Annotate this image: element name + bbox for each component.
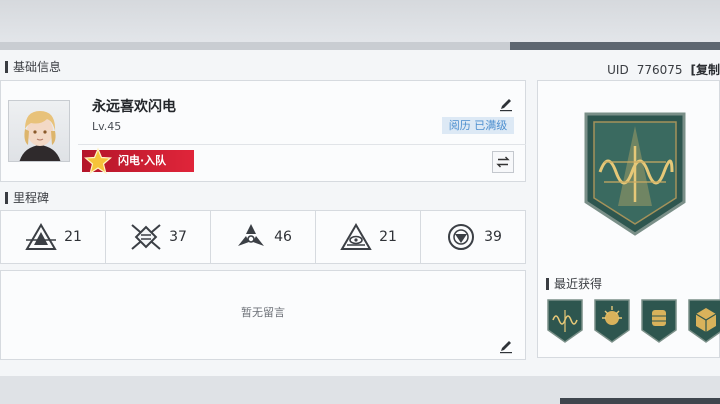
basic-info-title: 基础信息 <box>5 60 61 74</box>
recent-badge-cube-icon[interactable] <box>687 298 720 344</box>
swap-icon <box>496 156 510 168</box>
milestone-value: 21 <box>379 229 397 245</box>
milestone-item[interactable]: 46 <box>211 211 316 263</box>
recent-badge-sun-icon[interactable] <box>593 298 631 344</box>
milestones-bar: 21 37 46 21 39 <box>0 210 526 264</box>
copy-uid-button[interactable]: [复制 <box>691 61 720 78</box>
empty-message-text: 暂无留言 <box>241 306 285 319</box>
player-level: Lv.45 <box>92 120 122 133</box>
milestone-value: 37 <box>169 229 187 245</box>
milestone-value: 46 <box>274 229 292 245</box>
star-icon <box>84 147 112 175</box>
tri-blade-icon <box>238 224 265 246</box>
milestones-title: 里程碑 <box>5 191 49 205</box>
swap-tag-button[interactable] <box>492 151 514 173</box>
featured-badge-icon[interactable] <box>582 110 688 238</box>
milestone-item[interactable]: 39 <box>421 211 525 263</box>
recent-title: 最近获得 <box>546 277 602 291</box>
uid-display: UID 776075 [复制 <box>607 61 720 78</box>
recent-badge-wave-icon[interactable] <box>546 298 584 344</box>
milestone-item[interactable]: 21 <box>316 211 421 263</box>
background-bottom <box>0 376 720 404</box>
tag-label: 闪电·入队 <box>118 154 167 167</box>
edit-message-icon[interactable] <box>498 338 514 354</box>
experience-badge: 阅历 已满级 <box>442 117 514 134</box>
circle-compass-icon <box>448 224 475 250</box>
edit-name-icon[interactable] <box>498 96 514 112</box>
player-name: 永远喜欢闪电 <box>92 99 176 115</box>
player-tag[interactable]: 闪电·入队 <box>82 147 194 175</box>
pyramid-eye-icon <box>340 223 372 250</box>
milestone-value: 39 <box>484 229 502 245</box>
profile-divider <box>78 144 526 145</box>
background-top <box>0 0 720 48</box>
avatar-portrait-icon <box>19 111 61 161</box>
avatar[interactable] <box>8 100 70 162</box>
milestone-value: 21 <box>64 229 82 245</box>
milestone-item[interactable]: 37 <box>106 211 211 263</box>
crossed-shield-icon <box>131 224 161 250</box>
uid-label: UID <box>607 62 629 77</box>
milestone-item[interactable]: 21 <box>1 211 106 263</box>
uid-value: 776075 <box>636 62 683 77</box>
triangle-crest-icon <box>25 223 57 250</box>
background-band <box>0 42 720 50</box>
recent-badge-fist-icon[interactable] <box>640 298 678 344</box>
